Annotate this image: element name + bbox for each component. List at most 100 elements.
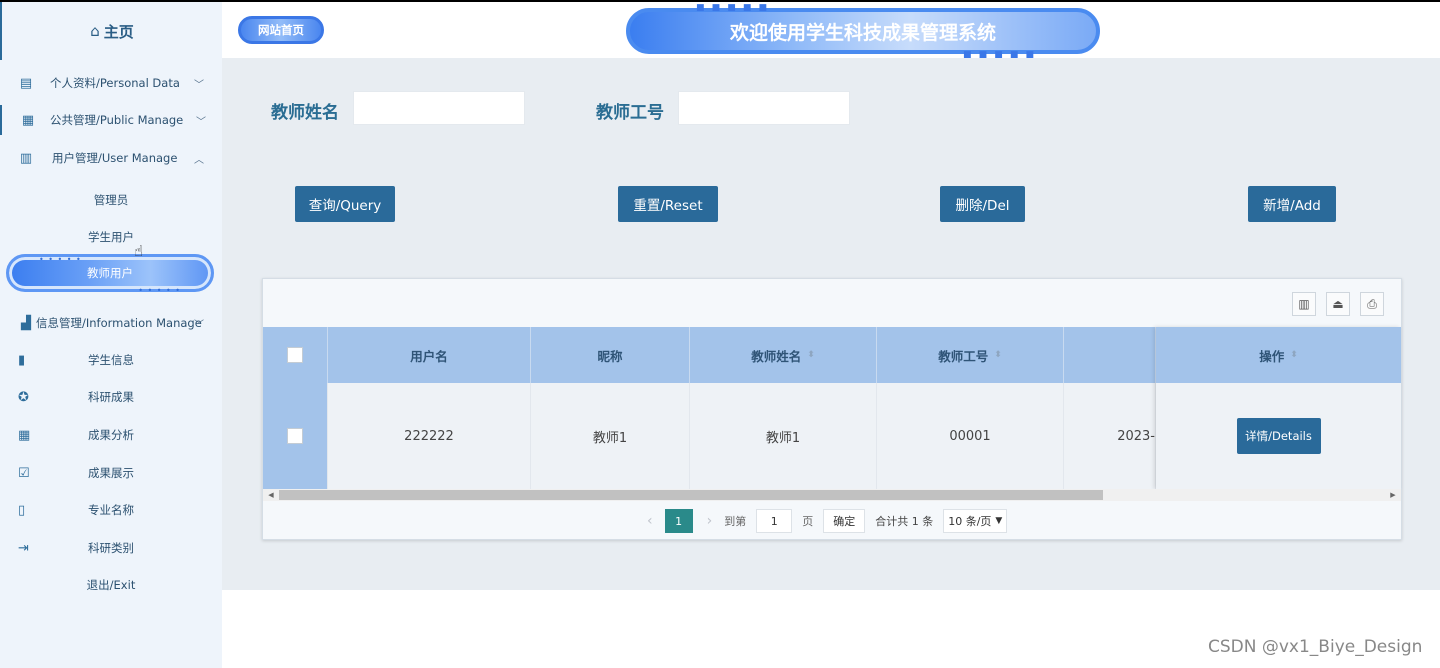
- cell-nickname: 教师1: [531, 383, 690, 489]
- scroll-left-icon[interactable]: ◀: [265, 489, 277, 501]
- sidebar-exit-label: 退出/Exit: [86, 578, 136, 592]
- main-content: 教师姓名 教师工号 查询/Query 重置/Reset 删除/Del 新增/Ad…: [222, 58, 1440, 590]
- prev-page-icon[interactable]: ‹: [647, 513, 653, 529]
- confirm-button[interactable]: 确定: [823, 509, 866, 533]
- bookmark-icon: ▮: [18, 352, 26, 368]
- column-header-nickname: 昵称: [531, 327, 690, 383]
- sidebar-sub-result-analysis[interactable]: ▦ 成果分析: [0, 420, 222, 450]
- page-size-select[interactable]: 10 条/页 ▼: [943, 509, 1008, 533]
- teacher-id-label: 教师工号: [596, 103, 664, 123]
- sidebar-sub-label: 学生用户: [88, 230, 134, 244]
- sidebar-item-label: 个人资料/Personal Data: [50, 76, 180, 90]
- sidebar-sub-student-user[interactable]: 学生用户: [0, 222, 222, 252]
- column-header-teacher-name[interactable]: 教师姓名 ⬍: [690, 327, 877, 383]
- sort-icon[interactable]: ⬍: [1290, 350, 1298, 360]
- delete-button[interactable]: 删除/Del: [940, 186, 1025, 222]
- column-header-label: 昵称: [597, 348, 623, 364]
- sidebar-item-label: 信息管理/Information Manage: [36, 316, 202, 330]
- column-header-label: 用户名: [410, 348, 448, 364]
- chart-icon: ▟: [21, 315, 31, 331]
- decor-dots: • • • • •: [39, 255, 82, 264]
- pagination: ‹ 1 › 到第 1 页 确定 合计共 1 条 10 条/页 ▼: [647, 508, 1008, 534]
- cell-created-partial: 2023-: [1064, 383, 1156, 489]
- sidebar-sub-result-display[interactable]: ☑ 成果展示: [0, 458, 222, 488]
- operation-column: 操作 ⬍ 详情/Details: [1156, 327, 1401, 489]
- cell-teacher-id: 00001: [877, 383, 1064, 489]
- sidebar-sub-label: 教师用户: [87, 266, 133, 280]
- sidebar: ⌂ 主页 ▤ 个人资料/Personal Data ﹀ ▦ 公共管理/Publi…: [0, 2, 222, 668]
- site-home-button[interactable]: 网站首页: [238, 16, 324, 44]
- banner-title: 欢迎使用学生科技成果管理系统: [729, 21, 996, 44]
- sidebar-sub-label: 成果分析: [88, 428, 134, 442]
- sidebar-sub-label: 成果展示: [88, 466, 134, 480]
- select-all-checkbox[interactable]: [287, 347, 303, 363]
- sort-icon[interactable]: ⬍: [994, 350, 1002, 360]
- home-icon: ⌂: [90, 22, 100, 40]
- goto-label: 到第: [724, 515, 747, 528]
- export-icon[interactable]: ⏏: [1326, 292, 1350, 316]
- header: 网站首页 ■ ■ ■ ■ ■ 欢迎使用学生科技成果管理系统 ■ ■ ■ ■ ■: [222, 2, 1440, 60]
- sidebar-item-public-manage[interactable]: ▦ 公共管理/Public Manage ﹀: [0, 105, 222, 135]
- page-number-current[interactable]: 1: [664, 509, 693, 533]
- scroll-right-icon[interactable]: ▶: [1387, 489, 1399, 501]
- chevron-down-icon: ▼: [995, 516, 1003, 526]
- teacher-id-input[interactable]: [678, 91, 850, 125]
- cell-operation: 详情/Details: [1156, 383, 1401, 489]
- column-header-username: 用户名: [328, 327, 531, 383]
- details-button[interactable]: 详情/Details: [1236, 418, 1321, 454]
- page-unit-label: 页: [802, 515, 814, 528]
- column-header-label: 操作: [1259, 348, 1285, 364]
- teacher-name-input[interactable]: [353, 91, 525, 125]
- banner: ■ ■ ■ ■ ■ 欢迎使用学生科技成果管理系统 ■ ■ ■ ■ ■: [626, 3, 1100, 60]
- sidebar-sub-label: 科研成果: [88, 390, 134, 404]
- scroll-thumb[interactable]: [279, 490, 1103, 500]
- next-page-icon[interactable]: ›: [707, 513, 713, 529]
- sidebar-sub-label: 学生信息: [88, 353, 134, 367]
- sidebar-item-user-manage[interactable]: ▥ 用户管理/User Manage ︿: [0, 143, 222, 173]
- column-header-hidden: [1064, 327, 1156, 383]
- calendar-icon: ▦: [18, 427, 31, 443]
- book-icon: ▯: [18, 502, 26, 518]
- horizontal-scrollbar[interactable]: ◀ ▶: [263, 489, 1401, 501]
- page-size-value: 10 条/页: [948, 515, 992, 528]
- sidebar-sub-teacher-user[interactable]: • • • • • 教师用户 • • • • •: [6, 254, 214, 295]
- query-button[interactable]: 查询/Query: [295, 186, 395, 222]
- decor-dots: ■ ■ ■ ■ ■: [696, 3, 770, 13]
- document-icon: ▤: [19, 75, 33, 91]
- sidebar-sub-student-info[interactable]: ▮ 学生信息: [0, 345, 222, 375]
- sidebar-item-information-manage[interactable]: ▟ 信息管理/Information Manage ﹀: [0, 308, 222, 338]
- sidebar-sub-label: 科研类别: [88, 541, 134, 555]
- mouse-cursor-icon: ☝: [134, 242, 144, 260]
- add-button[interactable]: 新增/Add: [1248, 186, 1336, 222]
- chevron-up-icon: ︿: [194, 154, 204, 166]
- site-home-label: 网站首页: [258, 23, 304, 37]
- sidebar-home-link[interactable]: ⌂ 主页: [0, 2, 222, 60]
- sidebar-sub-research-results[interactable]: ✪ 科研成果: [0, 382, 222, 412]
- sidebar-sub-admin[interactable]: 管理员: [0, 185, 222, 215]
- columns-icon[interactable]: ▥: [1292, 292, 1316, 316]
- sidebar-exit[interactable]: 退出/Exit: [0, 570, 222, 600]
- clipboard-icon: ▦: [21, 112, 35, 128]
- goto-page-input[interactable]: 1: [756, 509, 793, 533]
- column-header-operation[interactable]: 操作 ⬍: [1156, 327, 1401, 383]
- badge-icon: ✪: [18, 389, 29, 405]
- sidebar-sub-research-category[interactable]: ⇥ 科研类别: [0, 533, 222, 563]
- column-header-label: 教师工号: [938, 348, 989, 364]
- chevron-down-icon: ﹀: [196, 116, 206, 128]
- building-icon: ▥: [19, 150, 33, 166]
- row-checkbox[interactable]: [287, 428, 303, 444]
- decor-dots: • • • • •: [138, 286, 181, 295]
- column-header-teacher-id[interactable]: 教师工号 ⬍: [877, 327, 1064, 383]
- row-select-cell: [263, 383, 328, 489]
- cell-teacher-name: 教师1: [690, 383, 877, 489]
- calendar-check-icon: ☑: [18, 465, 30, 481]
- column-header-label: 教师姓名: [751, 348, 802, 364]
- print-icon[interactable]: ⎙: [1360, 292, 1384, 316]
- chevron-down-icon: ﹀: [194, 79, 204, 91]
- reset-button[interactable]: 重置/Reset: [618, 186, 718, 222]
- sort-icon[interactable]: ⬍: [807, 350, 815, 360]
- sidebar-sub-label: 管理员: [93, 193, 129, 207]
- sidebar-sub-major-name[interactable]: ▯ 专业名称: [0, 495, 222, 525]
- total-count: 合计共 1 条: [875, 515, 934, 528]
- sidebar-item-personal-data[interactable]: ▤ 个人资料/Personal Data ﹀: [0, 68, 222, 98]
